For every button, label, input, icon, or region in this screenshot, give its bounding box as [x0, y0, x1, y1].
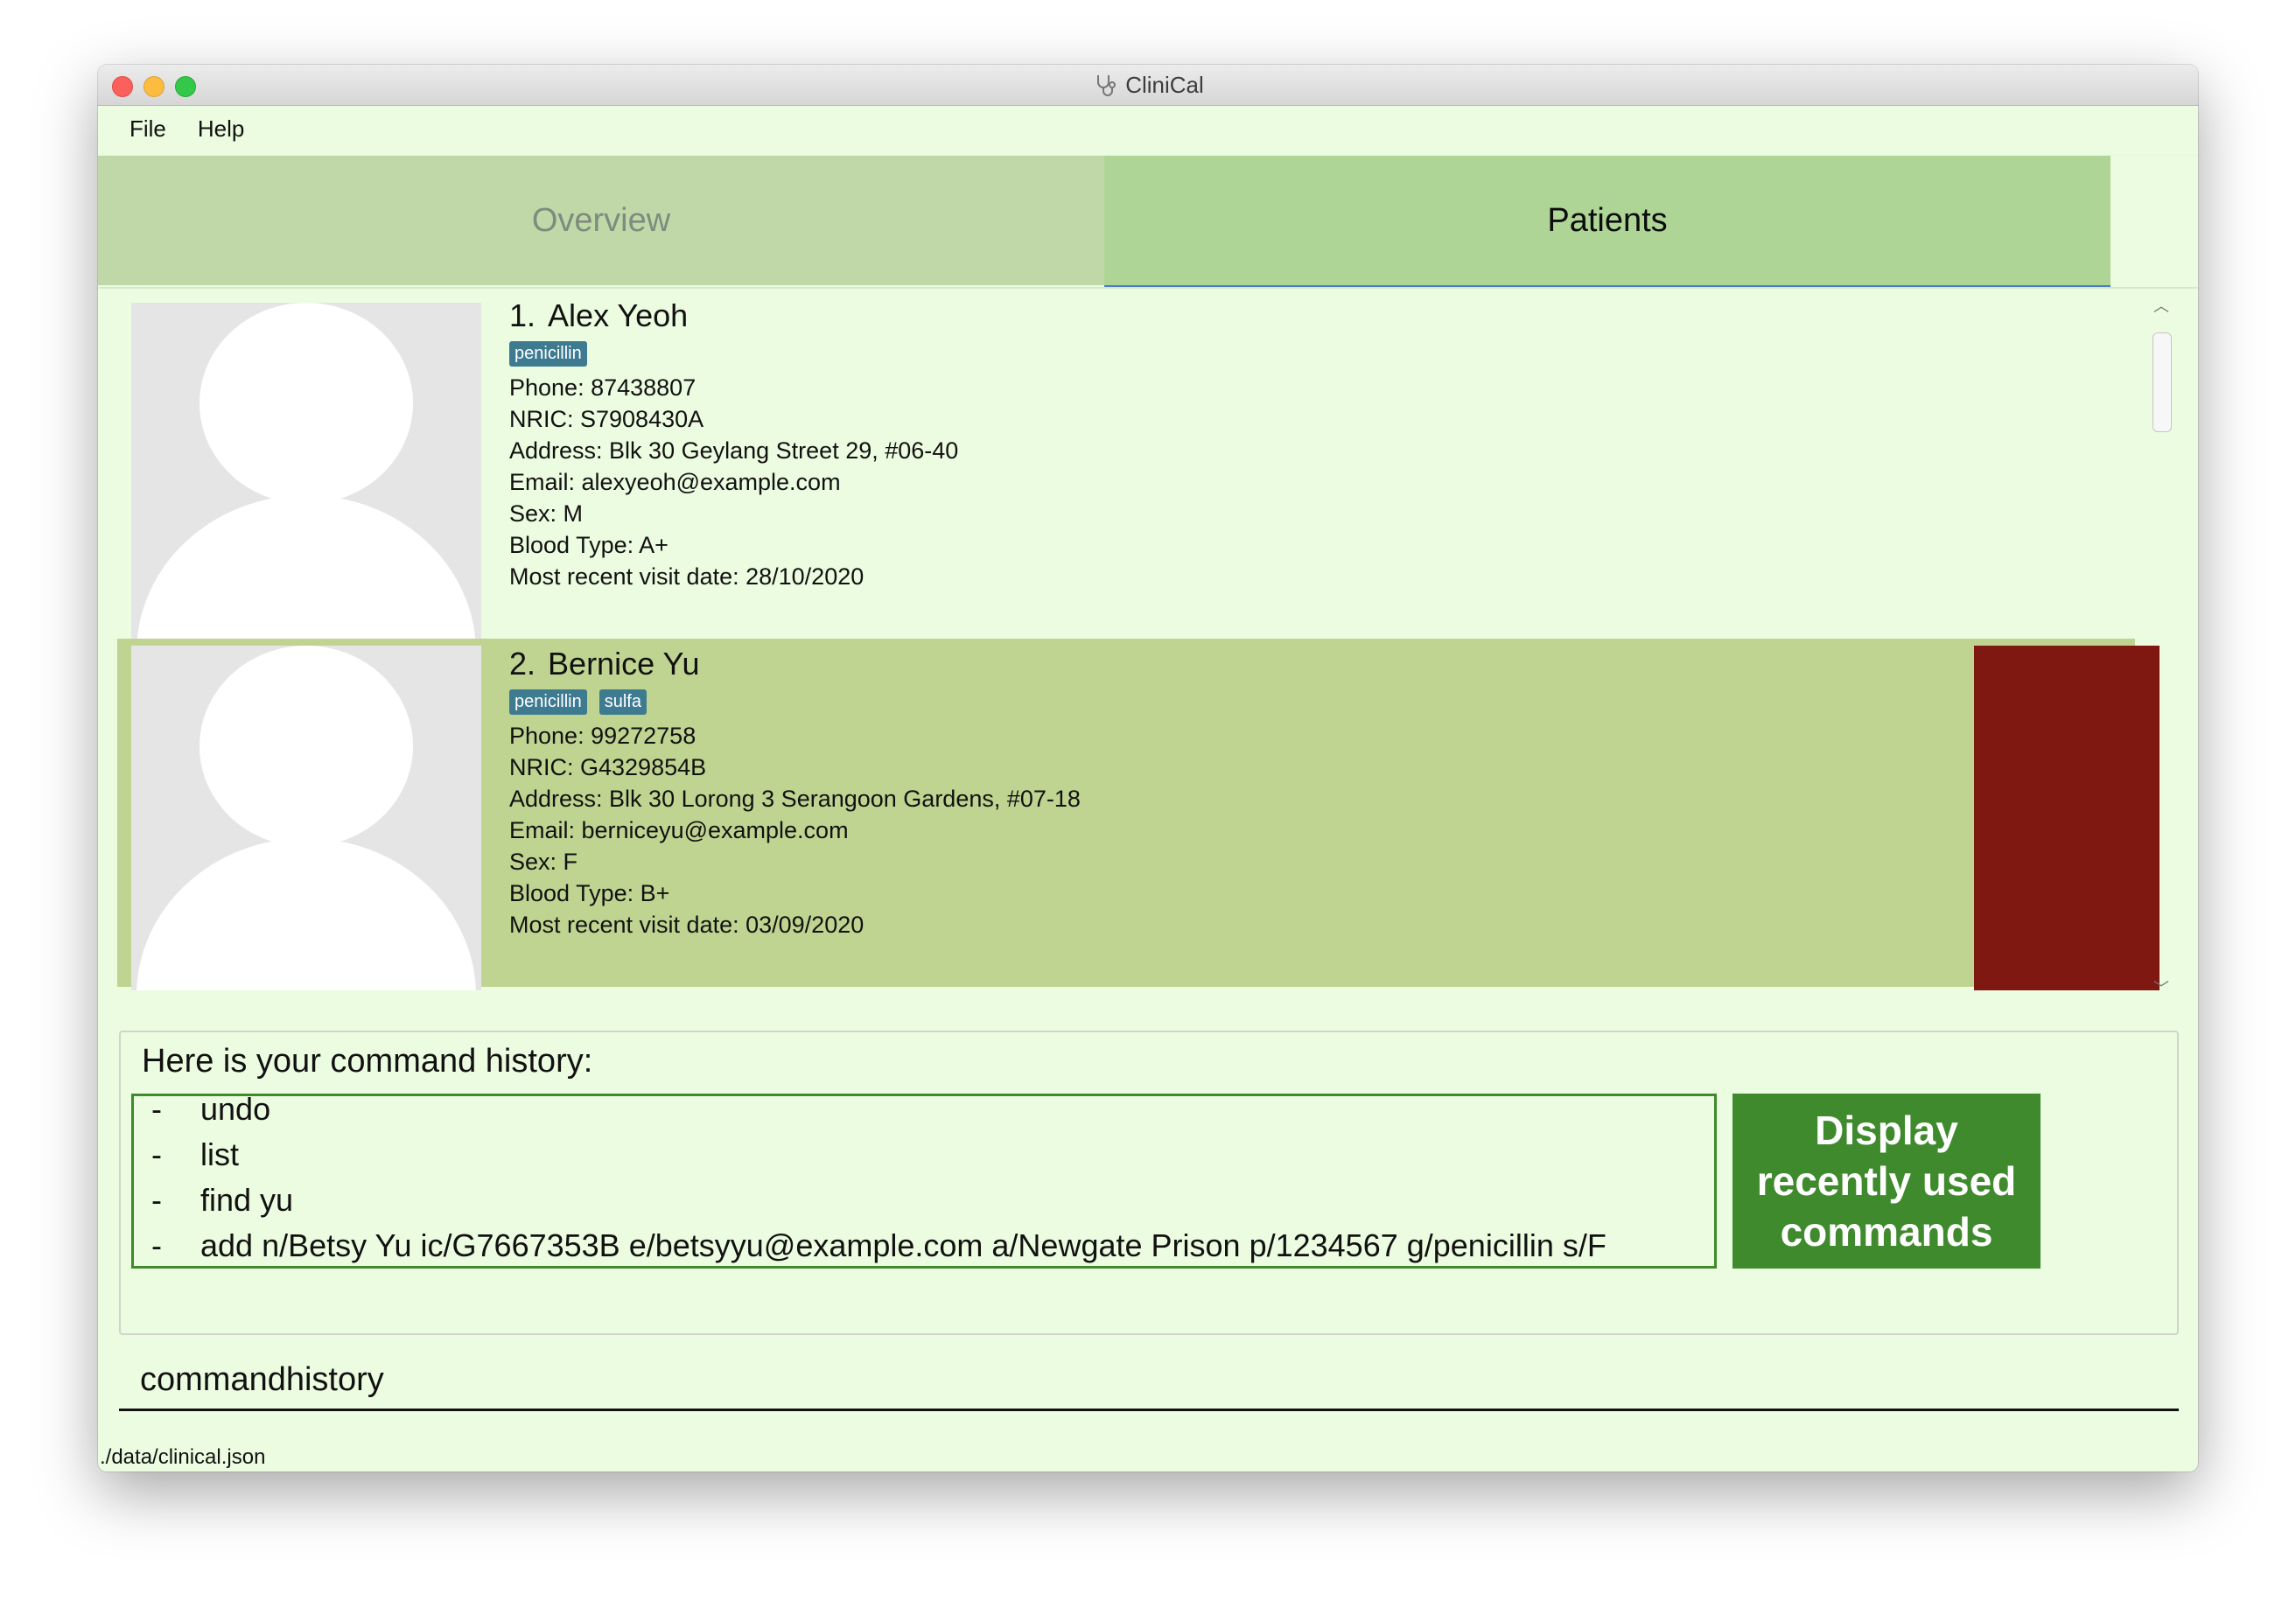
- command-input[interactable]: commandhistory: [119, 1347, 2179, 1411]
- patient-card-selected[interactable]: 2. Bernice Yu penicillin sulfa Phone: 992…: [117, 639, 2160, 990]
- allergy-alert-indicator: [1974, 646, 2160, 990]
- menu-help[interactable]: Help: [198, 115, 244, 143]
- app-window: CliniCal File Help Overview Patients 1. A…: [98, 65, 2198, 1472]
- status-bar: ./data/clinical.json: [98, 1444, 2198, 1472]
- patient-address: Address: Blk 30 Geylang Street 29, #06-4…: [509, 437, 959, 464]
- allergy-tag: penicillin: [509, 689, 587, 715]
- patient-email: Email: alexyeoh@example.com: [509, 469, 841, 495]
- patient-blood-type: Blood Type: A+: [509, 532, 668, 558]
- patient-nric: NRIC: S7908430A: [509, 406, 704, 432]
- result-display: Here is your command history: - undo - lis…: [119, 1031, 2179, 1335]
- tab-overview[interactable]: Overview: [98, 156, 1104, 285]
- scrollbar-thumb[interactable]: [2152, 332, 2172, 432]
- patient-visit-date: Most recent visit date: 03/09/2020: [509, 912, 864, 938]
- patient-sex: Sex: F: [509, 849, 578, 875]
- scrollbar[interactable]: ︿ ﹀: [2149, 297, 2174, 997]
- patient-phone: Phone: 87438807: [509, 374, 696, 401]
- patient-name: Alex Yeoh: [548, 297, 689, 333]
- patient-name: Bernice Yu: [548, 646, 700, 682]
- patient-address: Address: Blk 30 Lorong 3 Serangoon Garde…: [509, 786, 1081, 812]
- menu-file[interactable]: File: [130, 115, 166, 143]
- patient-nric: NRIC: G4329854B: [509, 754, 707, 780]
- tab-patients[interactable]: Patients: [1104, 156, 2110, 287]
- scroll-down-icon[interactable]: ﹀: [2149, 980, 2174, 997]
- avatar: [131, 646, 481, 990]
- patient-phone: Phone: 99272758: [509, 723, 696, 749]
- history-title: Here is your command history:: [142, 1043, 593, 1080]
- data-file-path: ./data/clinical.json: [100, 1445, 266, 1469]
- patient-list[interactable]: 1. Alex Yeoh penicillin Phone: 87438807 N…: [98, 289, 2198, 1066]
- patient-index: 1.: [509, 297, 536, 333]
- allergy-tag: penicillin: [509, 341, 587, 367]
- command-history-list: - undo - list - find yu - add n/Betsy Yu ic/…: [131, 1094, 1717, 1269]
- menu-bar: File Help: [98, 106, 2198, 151]
- stethoscope-icon: [1097, 75, 1116, 96]
- patient-index: 2.: [509, 646, 536, 682]
- patient-email: Email: berniceyu@example.com: [509, 817, 849, 843]
- patient-sex: Sex: M: [509, 500, 584, 527]
- tab-bar: Overview Patients: [98, 156, 2198, 287]
- scroll-up-icon[interactable]: ︿: [2149, 297, 2174, 315]
- window-title: CliniCal: [1125, 71, 1204, 98]
- allergy-tag: sulfa: [598, 689, 647, 715]
- display-recent-commands-button[interactable]: Display recently used commands: [1732, 1094, 2040, 1269]
- patient-blood-type: Blood Type: B+: [509, 880, 670, 906]
- patient-visit-date: Most recent visit date: 28/10/2020: [509, 563, 864, 590]
- patient-card[interactable]: 1. Alex Yeoh penicillin Phone: 87438807 N…: [117, 289, 2135, 639]
- command-input-value: commandhistory: [140, 1361, 384, 1398]
- title-bar[interactable]: CliniCal: [98, 65, 2198, 106]
- avatar: [131, 303, 481, 639]
